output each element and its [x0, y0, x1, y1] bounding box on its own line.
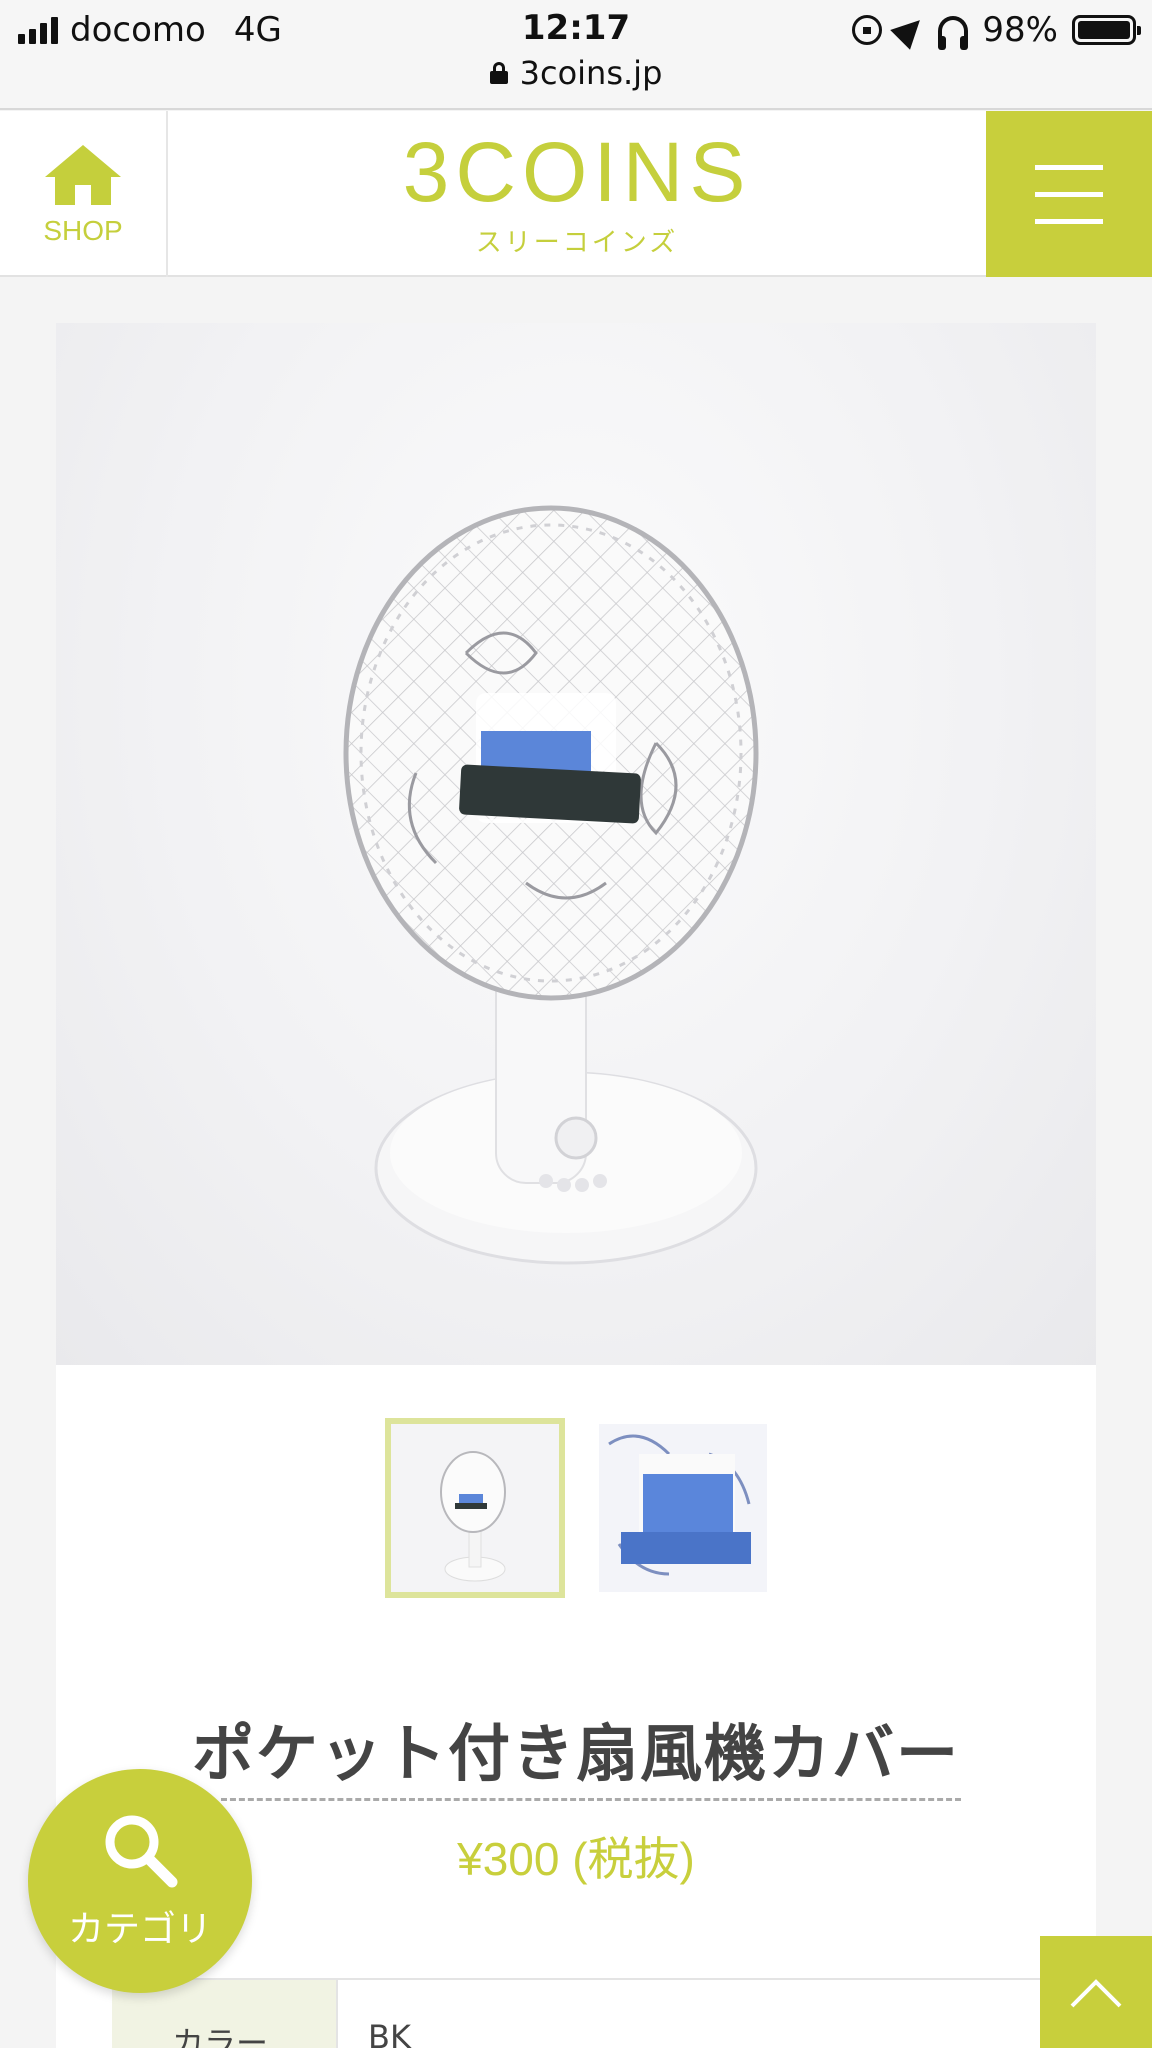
- thumbnail-strip: [56, 1418, 1096, 1598]
- category-label: カテゴリ: [67, 1909, 212, 1950]
- logo-text: 3COINS: [402, 124, 752, 219]
- pocket-thumb-image: [599, 1424, 767, 1592]
- menu-button[interactable]: [986, 111, 1152, 277]
- url-text: 3coins.jp: [519, 54, 663, 92]
- site-header: SHOP 3COINS スリーコインズ: [0, 111, 1152, 277]
- home-icon: [45, 145, 121, 205]
- menu-icon: [1035, 164, 1103, 170]
- product-main-image[interactable]: [56, 323, 1096, 1365]
- location-icon: [890, 10, 931, 50]
- address-bar[interactable]: 3coins.jp: [0, 54, 1152, 92]
- logo-kana: スリーコインズ: [475, 227, 679, 258]
- shop-button[interactable]: SHOP: [0, 111, 168, 277]
- battery-icon: [1072, 15, 1141, 45]
- spec-row: カラー BK: [112, 1978, 1096, 2048]
- shop-label: SHOP: [43, 215, 123, 246]
- search-icon: [105, 1815, 178, 1888]
- title-divider: [221, 1798, 961, 1801]
- thumbnail-2[interactable]: [599, 1424, 767, 1592]
- spec-value: BK: [368, 2018, 411, 2048]
- battery-percent: 98%: [982, 10, 1058, 50]
- fan-illustration: [343, 505, 759, 1265]
- product-title: ポケット付き扇風機カバー: [191, 1717, 960, 1790]
- headphones-icon: [938, 16, 969, 50]
- back-to-top-button[interactable]: [1040, 1936, 1152, 2048]
- lock-icon: [489, 62, 508, 84]
- site-logo[interactable]: 3COINS スリーコインズ: [168, 111, 986, 277]
- thumbnail-1[interactable]: [385, 1418, 565, 1598]
- category-button[interactable]: カテゴリ: [28, 1769, 252, 1993]
- status-bar: docomo 4G 12:17 3coins.jp 98%: [0, 0, 1152, 110]
- rotation-lock-icon: [852, 15, 883, 45]
- chevron-up-icon: [1070, 1979, 1122, 2008]
- product-card: ポケット付き扇風機カバー ¥300 (税抜) カラー BK: [56, 323, 1096, 2048]
- status-right: 98%: [852, 10, 1141, 50]
- fan-thumb-image: [391, 1424, 559, 1592]
